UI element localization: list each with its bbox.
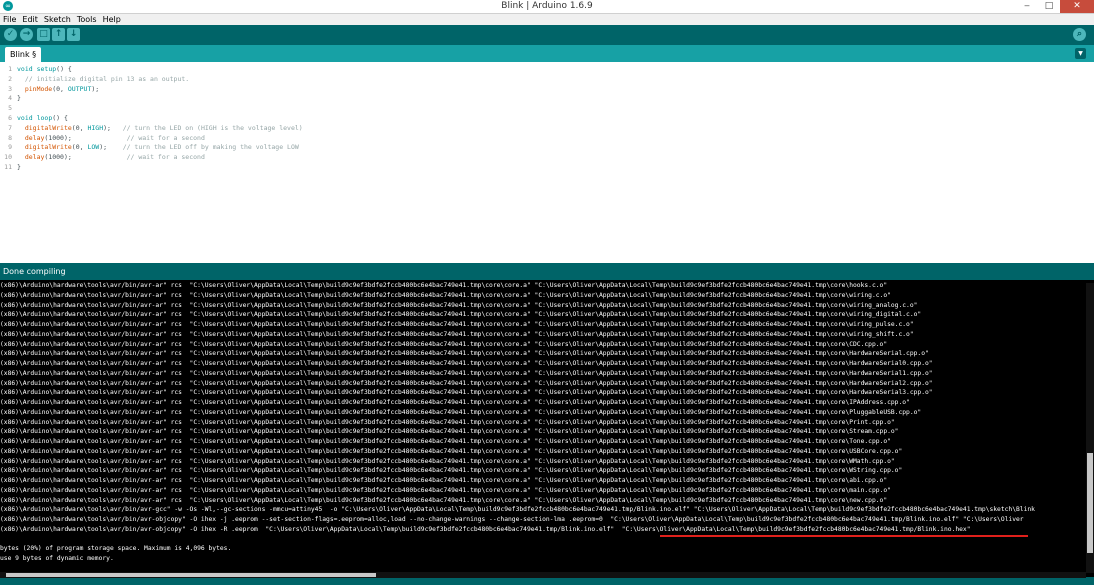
upload-button[interactable]: →: [20, 28, 33, 41]
code-line: 10 delay(1000); // wait for a second: [0, 153, 303, 163]
console-line: (x86)\Arduino\hardware\tools\avr/bin/avr…: [0, 428, 899, 436]
menu-sketch[interactable]: Sketch: [41, 14, 74, 25]
console-output: (x86)\Arduino\hardware\tools\avr/bin/avr…: [0, 280, 1094, 577]
code-line: 3 pinMode(0, OUTPUT);: [0, 85, 303, 95]
window-title: Blink | Arduino 1.6.9: [501, 1, 593, 11]
menu-help[interactable]: Help: [100, 14, 124, 25]
line-number: 10: [4, 153, 12, 162]
menu-tools[interactable]: Tools: [74, 14, 100, 25]
new-sketch-button[interactable]: □: [37, 28, 50, 41]
close-button[interactable]: ✕: [1060, 0, 1094, 13]
code-line: 1 void setup() {: [0, 65, 303, 75]
code-line: 9 digitalWrite(0, LOW); // turn the LED …: [0, 143, 303, 153]
console-line: (x86)\Arduino\hardware\tools\avr/bin/avr…: [0, 447, 903, 455]
code-line: 11}: [0, 163, 303, 173]
code-editor[interactable]: 1 void setup() {2 // initialize digital p…: [0, 62, 1094, 263]
code-line: 2 // initialize digital pin 13 as an out…: [0, 75, 303, 85]
serial-monitor-button[interactable]: ⌕: [1073, 28, 1086, 41]
console-line: (x86)\Arduino\hardware\tools\avr/bin/avr…: [0, 330, 914, 338]
line-number: 11: [4, 162, 12, 171]
console-line: (x86)\Arduino\hardware\tools\avr/bin/avr…: [0, 389, 933, 397]
maximize-button[interactable]: □: [1038, 0, 1060, 13]
code-text: 1 void setup() {2 // initialize digital p…: [0, 65, 303, 173]
line-number: 7: [8, 123, 12, 132]
line-number: 6: [8, 113, 12, 122]
toolbar: ✓ → □ ↑ ↓ ⌕: [0, 25, 1094, 45]
line-number: 5: [8, 104, 12, 113]
console-line: (x86)\Arduino\hardware\tools\avr/bin/avr…: [0, 525, 971, 533]
title-bar: ∞ Blink | Arduino 1.6.9 ‒ □ ✕: [0, 0, 1094, 14]
console-line: (x86)\Arduino\hardware\tools\avr/bin/avr…: [0, 340, 888, 348]
console-text: (x86)\Arduino\hardware\tools\avr/bin/avr…: [0, 281, 1035, 564]
line-number: 1: [8, 65, 12, 73]
code-line: 6 void loop() {: [0, 114, 303, 124]
code-line: 7 digitalWrite(0, HIGH); // turn the LED…: [0, 124, 303, 134]
line-number: 8: [8, 133, 12, 142]
status-message: Done compiling: [3, 267, 66, 276]
menu-file[interactable]: File: [0, 14, 19, 25]
status-bar: Done compiling: [0, 263, 1094, 280]
line-number: 9: [8, 143, 12, 152]
console-line: (x86)\Arduino\hardware\tools\avr/bin/avr…: [0, 486, 891, 494]
line-number: 3: [8, 84, 12, 93]
bottom-status-bar: [0, 578, 1094, 585]
console-line: (x86)\Arduino\hardware\tools\avr/bin/avr…: [0, 321, 914, 328]
save-sketch-button[interactable]: ↓: [67, 28, 80, 41]
tab-blink[interactable]: Blink §: [5, 47, 42, 62]
verify-button[interactable]: ✓: [4, 28, 17, 41]
console-line: (x86)\Arduino\hardware\tools\avr/bin/avr…: [0, 516, 1024, 523]
line-number: 2: [8, 74, 12, 83]
console-line: (x86)\Arduino\hardware\tools\avr/bin/avr…: [0, 408, 922, 416]
menu-edit[interactable]: Edit: [19, 14, 41, 25]
console-line: (x86)\Arduino\hardware\tools\avr/bin/avr…: [0, 457, 895, 465]
console-line: (x86)\Arduino\hardware\tools\avr/bin/avr…: [0, 360, 933, 367]
console-line: (x86)\Arduino\hardware\tools\avr/bin/avr…: [0, 496, 888, 504]
console-line: use 9 bytes of dynamic memory.: [0, 555, 114, 562]
hex-path-underline: [660, 535, 1028, 537]
minimize-button[interactable]: ‒: [1016, 0, 1038, 13]
code-line: 8 delay(1000); // wait for a second: [0, 134, 303, 144]
console-line: (x86)\Arduino\hardware\tools\avr/bin/avr…: [0, 379, 933, 387]
tab-menu-chevron-icon[interactable]: ▼: [1075, 48, 1086, 59]
tab-row: Blink § ▼: [0, 45, 1094, 62]
console-line: (x86)\Arduino\hardware\tools\avr/bin/avr…: [0, 301, 918, 309]
scrollbar-thumb[interactable]: [6, 573, 376, 577]
console-line: (x86)\Arduino\hardware\tools\avr/bin/avr…: [0, 399, 910, 406]
line-number: 4: [8, 94, 12, 103]
code-line: 5: [0, 104, 303, 114]
console-line: (x86)\Arduino\hardware\tools\avr/bin/avr…: [0, 467, 903, 475]
console-line: (x86)\Arduino\hardware\tools\avr/bin/avr…: [0, 350, 929, 358]
console-line: (x86)\Arduino\hardware\tools\avr/bin/avr…: [0, 369, 933, 377]
code-line: 4}: [0, 94, 303, 104]
console-line: bytes (20%) of program storage space. Ma…: [0, 545, 232, 553]
scrollbar-thumb[interactable]: [1087, 453, 1093, 553]
console-line: (x86)\Arduino\hardware\tools\avr/bin/avr…: [0, 311, 922, 319]
console-line: (x86)\Arduino\hardware\tools\avr/bin/avr…: [0, 438, 891, 445]
menu-bar: File Edit Sketch Tools Help: [0, 14, 1094, 25]
console-vertical-scrollbar[interactable]: [1086, 283, 1094, 573]
console-line: (x86)\Arduino\hardware\tools\avr/bin/avr…: [0, 291, 891, 299]
open-sketch-button[interactable]: ↑: [52, 28, 65, 41]
console-line: (x86)\Arduino\hardware\tools\avr/bin/avr…: [0, 477, 888, 484]
console-line: (x86)\Arduino\hardware\tools\avr/bin/avr…: [0, 418, 895, 426]
console-line: (x86)\Arduino\hardware\tools\avr/bin/avr…: [0, 506, 1035, 514]
console-line: (x86)\Arduino\hardware\tools\avr/bin/avr…: [0, 282, 888, 289]
